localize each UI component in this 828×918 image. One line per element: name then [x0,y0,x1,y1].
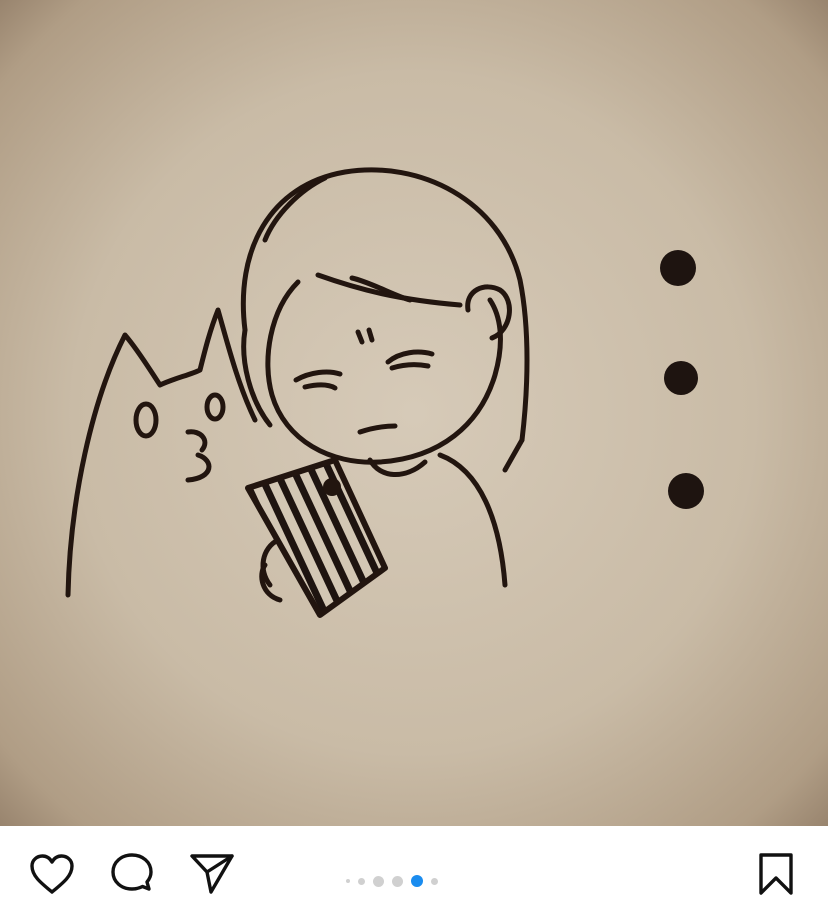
like-button[interactable] [28,850,76,898]
comment-bubble-icon [111,853,153,891]
drawing [0,0,828,826]
carousel-dot [392,875,403,887]
carousel-dot [431,877,438,885]
post [0,0,828,918]
carousel-dot [358,877,365,885]
carousel-indicator [346,873,438,889]
carousel-dot-active [411,875,423,887]
paper-plane-icon [190,854,234,894]
share-button[interactable] [188,850,236,898]
carousel-dot [373,875,384,887]
action-bar [0,826,828,918]
carousel-dot [346,879,350,883]
comment-button[interactable] [108,850,156,898]
heart-icon [30,854,74,894]
post-image[interactable] [0,0,828,826]
bookmark-icon [759,853,793,895]
save-button[interactable] [752,850,800,898]
